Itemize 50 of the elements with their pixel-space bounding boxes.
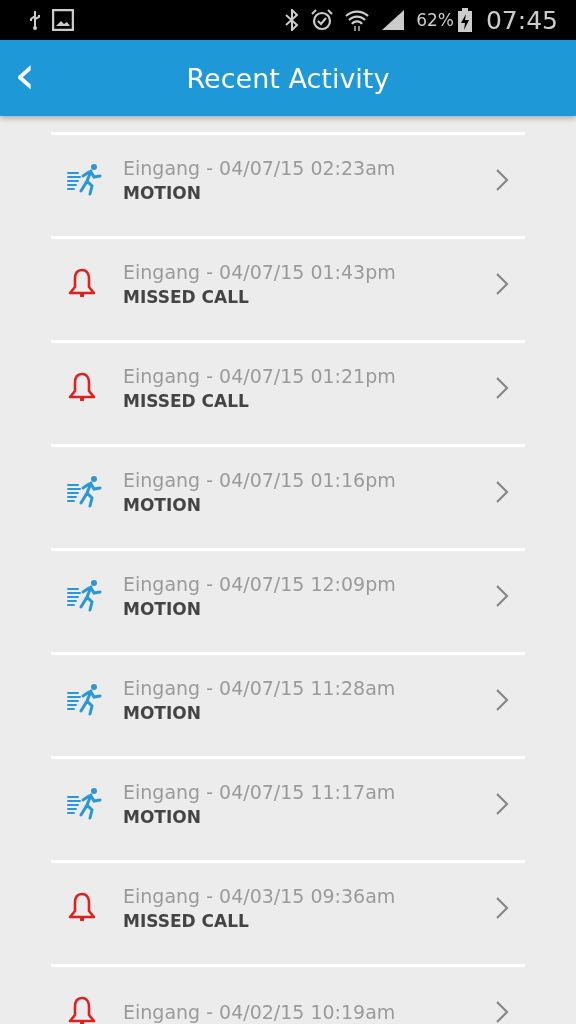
activity-row[interactable]: Eingang - 04/07/15 11:17am MOTION: [51, 759, 525, 863]
activity-title: Eingang - 04/07/15 11:17am: [123, 779, 397, 805]
activity-row[interactable]: Eingang - 04/07/15 02:23am MOTION: [51, 135, 525, 239]
chevron-right-icon: [495, 271, 509, 296]
activity-type: MOTION: [123, 181, 202, 205]
chevron-right-icon: [495, 167, 509, 192]
activity-type: MOTION: [123, 701, 202, 725]
activity-type: MISSED CALL: [123, 285, 250, 309]
clock-time: 07:45: [485, 5, 558, 35]
alarm-clock-icon: [310, 8, 335, 32]
running-person-icon: [67, 578, 103, 613]
battery-charging-icon: [457, 8, 472, 32]
activity-title: Eingang - 04/07/15 12:09pm: [123, 571, 397, 597]
chevron-right-icon: [495, 687, 509, 712]
battery-percentage: 62%: [416, 10, 454, 30]
chevron-right-icon: [495, 791, 509, 816]
chevron-right-icon: [495, 375, 509, 400]
running-person-icon: [67, 162, 103, 197]
activity-row[interactable]: Eingang - 04/07/15 01:43pm MISSED CALL: [51, 239, 525, 343]
image-icon: [52, 9, 74, 31]
activity-type: MOTION: [123, 597, 202, 621]
bluetooth-icon: [284, 9, 301, 31]
chevron-right-icon: [495, 583, 509, 608]
usb-icon: [28, 10, 42, 30]
bell-icon: [67, 994, 97, 1024]
activity-type: MOTION: [123, 805, 202, 829]
running-person-icon: [67, 786, 103, 821]
activity-row[interactable]: Eingang - 04/03/15 09:36am MISSED CALL: [51, 863, 525, 967]
running-person-icon: [67, 682, 103, 717]
screen-title: Recent Activity: [186, 62, 390, 94]
activity-row[interactable]: Eingang - 04/07/15 12:09pm MOTION: [51, 551, 525, 655]
chevron-right-icon: [495, 895, 509, 920]
activity-type: MISSED CALL: [123, 389, 250, 413]
chevron-right-icon: [495, 479, 509, 504]
activity-row[interactable]: Eingang - 04/07/15 11:28am MOTION: [51, 655, 525, 759]
activity-title: Eingang - 04/07/15 01:21pm: [123, 363, 397, 389]
activity-row[interactable]: Eingang - 04/07/15 01:16pm MOTION: [51, 447, 525, 551]
activity-title: Eingang - 04/07/15 11:28am: [123, 675, 397, 701]
activity-title: Eingang - 04/07/15 01:16pm: [123, 467, 397, 493]
activity-row[interactable]: Eingang - 04/07/15 01:21pm MISSED CALL: [51, 343, 525, 447]
wifi-icon: [344, 8, 371, 32]
chevron-right-icon: [495, 999, 509, 1024]
activity-title: Eingang - 04/07/15 02:23am: [123, 155, 397, 181]
signal-icon: [380, 8, 407, 32]
running-person-icon: [67, 474, 103, 509]
activity-title: Eingang - 04/03/15 09:36am: [123, 883, 397, 909]
activity-title: Eingang - 04/07/15 01:43pm: [123, 259, 397, 285]
activity-type: MISSED CALL: [123, 909, 250, 933]
activity-type: MOTION: [123, 493, 202, 517]
activity-title: Eingang - 04/02/15 10:19am: [123, 999, 397, 1024]
